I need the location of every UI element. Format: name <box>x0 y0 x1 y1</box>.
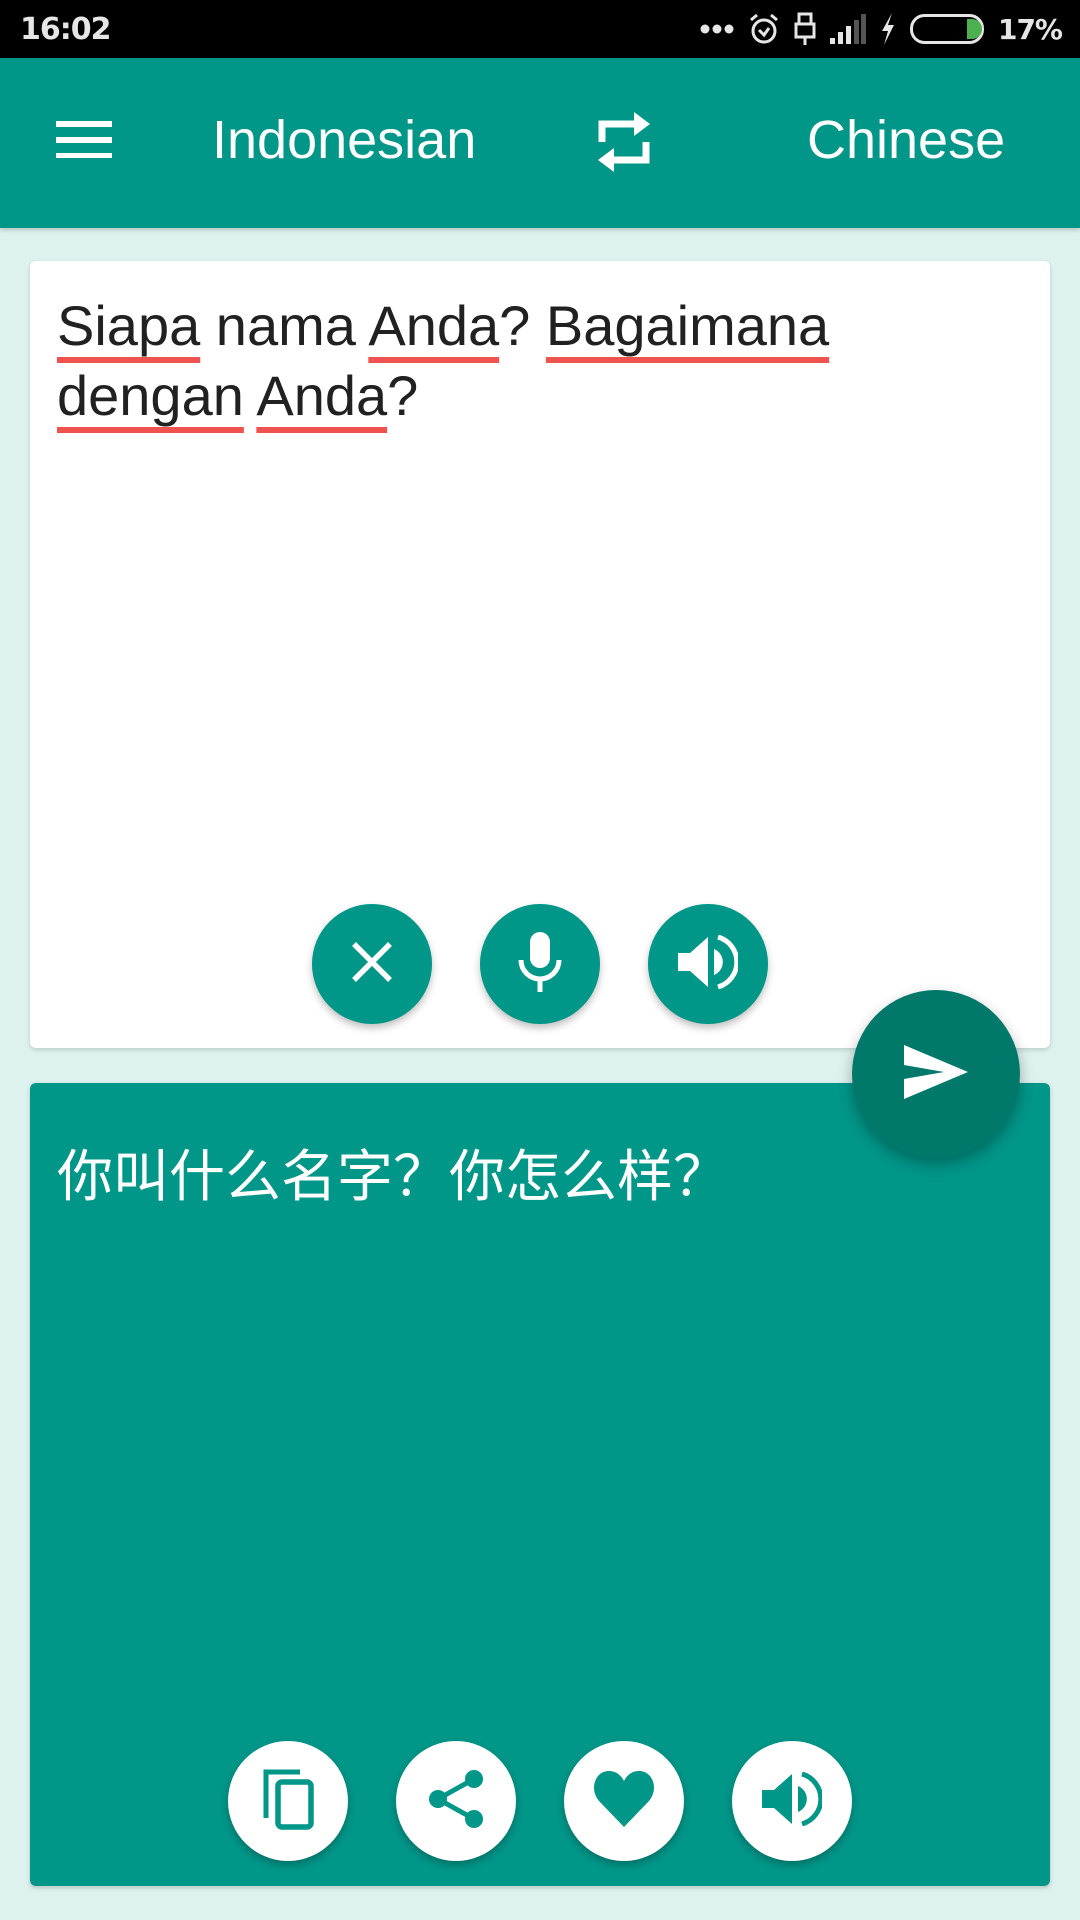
translate-button[interactable] <box>852 990 1020 1158</box>
heart-icon <box>593 1770 655 1832</box>
word: ? <box>499 294 546 357</box>
share-button[interactable] <box>396 1741 516 1861</box>
speak-input-button[interactable] <box>648 904 768 1024</box>
more-dots-icon <box>700 23 734 35</box>
copy-button[interactable] <box>228 1741 348 1861</box>
misspelled-word[interactable]: Anda <box>256 364 387 427</box>
misspelled-word[interactable]: dengan <box>57 364 244 427</box>
signal-icon <box>829 14 866 44</box>
translation-output: 你叫什么名字？你怎么样？ <box>57 1145 729 1210</box>
word <box>244 364 256 427</box>
word: ? <box>387 364 419 427</box>
clear-button[interactable] <box>312 904 432 1024</box>
battery-percent: 17% <box>997 12 1063 46</box>
app-bar: Indonesian Chinese <box>0 58 1080 228</box>
status-bar: 16:02 17% <box>0 0 1080 58</box>
alarm-icon <box>748 12 780 46</box>
copy-icon <box>262 1768 314 1835</box>
swap-languages-button[interactable] <box>582 102 666 186</box>
status-time: 16:02 <box>20 12 111 47</box>
battery-icon <box>909 14 984 44</box>
speaker-icon <box>762 1771 824 1831</box>
menu-button[interactable] <box>42 98 126 182</box>
status-icons: 17% <box>700 10 1063 48</box>
usb-icon <box>794 12 816 46</box>
microphone-icon <box>517 931 563 997</box>
speaker-icon <box>678 934 740 994</box>
misspelled-word[interactable]: Bagaimana <box>546 294 829 357</box>
charging-bolt-icon <box>880 13 896 45</box>
swap-languages-icon <box>596 110 652 179</box>
source-language-selector[interactable]: Indonesian <box>212 108 476 172</box>
input-card: Siapa nama Anda? Bagaimana dengan Anda? <box>30 261 1050 1048</box>
word: nama <box>200 294 369 357</box>
output-card: 你叫什么名字？你怎么样？ <box>30 1083 1050 1886</box>
share-icon <box>428 1767 484 1836</box>
misspelled-word[interactable]: Anda <box>368 294 499 357</box>
target-language-selector[interactable]: Chinese <box>807 108 1005 172</box>
voice-input-button[interactable] <box>480 904 600 1024</box>
hamburger-menu-icon <box>56 118 112 163</box>
misspelled-word[interactable]: Siapa <box>57 294 200 357</box>
speak-output-button[interactable] <box>732 1741 852 1861</box>
close-icon <box>350 940 394 989</box>
source-text-input[interactable]: Siapa nama Anda? Bagaimana dengan Anda? <box>57 291 997 431</box>
favorite-button[interactable] <box>564 1741 684 1861</box>
send-icon <box>904 1044 968 1104</box>
